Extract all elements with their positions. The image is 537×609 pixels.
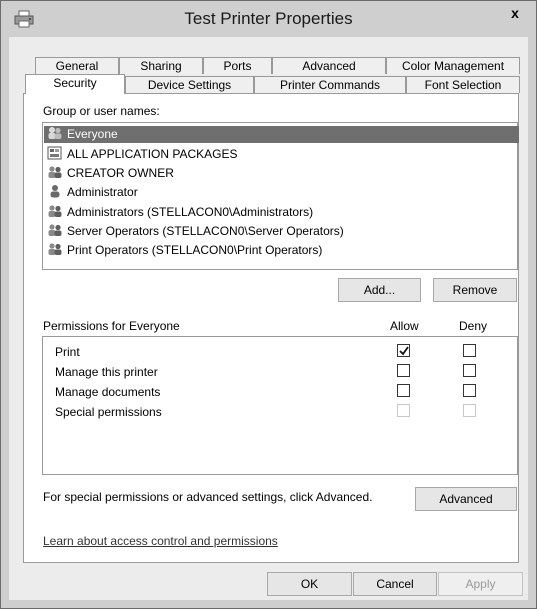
manage-documents-allow-checkbox[interactable] (397, 384, 410, 397)
list-item-server-operators[interactable]: Server Operators (STELLACON0\Server Oper… (47, 223, 344, 240)
permission-manage-documents: Manage documents (55, 385, 161, 399)
list-item-administrator[interactable]: Administrator (47, 184, 138, 201)
checkmark-icon (399, 346, 409, 356)
tab-ports[interactable]: Ports (203, 57, 272, 74)
deny-header: Deny (459, 319, 488, 333)
tab-printer-commands[interactable]: Printer Commands (254, 76, 406, 93)
close-icon: x (511, 5, 519, 21)
tab-security[interactable]: Security (25, 74, 125, 94)
permissions-label: Permissions for Everyone (43, 319, 180, 333)
list-item-all-application-packages[interactable]: ALL APPLICATION PACKAGES (47, 146, 238, 163)
group-icon (47, 242, 63, 256)
special-allow-checkbox (397, 404, 410, 417)
user-icon (47, 184, 63, 198)
close-button[interactable]: x (494, 2, 536, 26)
ok-button[interactable]: OK (267, 572, 352, 596)
list-item-label: Server Operators (STELLACON0\Server Oper… (67, 224, 344, 238)
print-allow-checkbox[interactable] (397, 344, 410, 357)
permissions-list: Print Manage this printer Manage documen… (42, 336, 518, 475)
manage-printer-deny-checkbox[interactable] (463, 364, 476, 377)
list-item-label: ALL APPLICATION PACKAGES (67, 147, 238, 161)
list-item-label: Administrators (STELLACON0\Administrator… (67, 205, 314, 219)
tab-device-settings[interactable]: Device Settings (125, 76, 254, 93)
packages-icon (47, 146, 63, 160)
list-item-print-operators[interactable]: Print Operators (STELLACON0\Print Operat… (47, 242, 322, 259)
list-item-everyone[interactable]: Everyone (44, 126, 519, 143)
group-icon (47, 204, 63, 218)
list-item-label: Everyone (67, 127, 118, 141)
permission-manage-printer: Manage this printer (55, 365, 158, 379)
group-icon (47, 223, 63, 237)
user-listbox[interactable]: Everyone ALL APPLICATION PACKAGES CREATO… (42, 122, 519, 270)
list-item-administrators[interactable]: Administrators (STELLACON0\Administrator… (47, 204, 313, 221)
remove-button[interactable]: Remove (433, 278, 517, 302)
manage-documents-deny-checkbox[interactable] (463, 384, 476, 397)
group-icon (47, 165, 63, 179)
tab-font-selection[interactable]: Font Selection (406, 76, 520, 93)
title-bar[interactable]: Test Printer Properties x (1, 1, 536, 37)
window-title: Test Printer Properties (184, 9, 353, 28)
permission-special: Special permissions (55, 405, 162, 419)
add-button[interactable]: Add... (338, 278, 421, 302)
list-item-label: CREATOR OWNER (67, 166, 174, 180)
tab-sharing[interactable]: Sharing (119, 57, 203, 74)
advanced-button[interactable]: Advanced (415, 487, 517, 511)
print-deny-checkbox[interactable] (463, 344, 476, 357)
cancel-button[interactable]: Cancel (353, 572, 437, 596)
special-deny-checkbox (463, 404, 476, 417)
group-names-label: Group or user names: (43, 104, 160, 118)
properties-window: Test Printer Properties x General Sharin… (0, 0, 537, 609)
manage-printer-allow-checkbox[interactable] (397, 364, 410, 377)
list-item-label: Administrator (67, 185, 138, 199)
apply-button: Apply (438, 572, 523, 596)
list-item-creator-owner[interactable]: CREATOR OWNER (47, 165, 174, 182)
allow-header: Allow (390, 319, 419, 333)
permission-print: Print (55, 345, 80, 359)
tab-general[interactable]: General (35, 57, 119, 74)
learn-more-link[interactable]: Learn about access control and permissio… (43, 534, 278, 548)
group-icon (47, 126, 63, 140)
tab-color-management[interactable]: Color Management (386, 57, 520, 74)
tab-advanced[interactable]: Advanced (272, 57, 386, 74)
list-item-label: Print Operators (STELLACON0\Print Operat… (67, 243, 323, 257)
advanced-hint: For special permissions or advanced sett… (43, 490, 373, 504)
